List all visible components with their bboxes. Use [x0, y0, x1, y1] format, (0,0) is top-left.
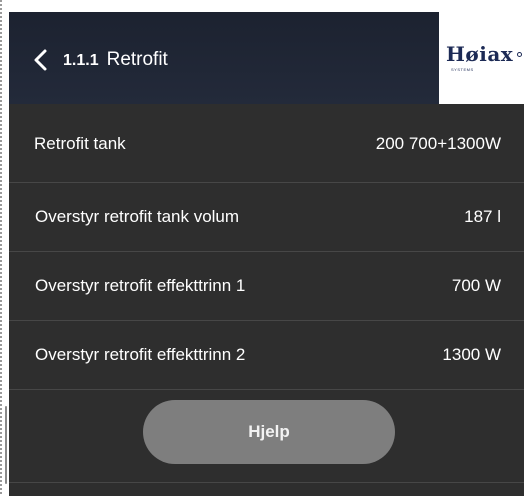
back-button[interactable]	[27, 44, 55, 76]
list-item-power-step-1[interactable]: Overstyr retrofit effekttrinn 1 700 W	[9, 252, 524, 321]
list-item-value: 200 700+1300W	[375, 134, 501, 153]
logo-wordmark: Høiax	[446, 42, 514, 66]
chevron-left-icon	[34, 49, 47, 71]
list-item-retrofit-tank[interactable]: Retrofit tank 200 700+1300W	[9, 114, 524, 183]
header-bar: 1.1.1 Retrofit Høiax SYSTEMS	[9, 12, 524, 104]
help-section: Hjelp	[9, 390, 524, 483]
screen: 1.1.1 Retrofit Høiax SYSTEMS Retrofit tan…	[0, 0, 524, 496]
help-button[interactable]: Hjelp	[143, 400, 395, 464]
list-item-label: Retrofit tank	[34, 134, 126, 153]
list-item-value: 187 l	[464, 207, 501, 226]
list-item-label: Overstyr retrofit effekttrinn 2	[35, 345, 246, 364]
scrollbar[interactable]	[5, 406, 7, 484]
brand-logo: Høiax SYSTEMS	[439, 12, 524, 104]
page-title-text: Retrofit	[106, 49, 168, 70]
window-edge	[0, 0, 2, 496]
list-item-label: Overstyr retrofit tank volum	[35, 207, 240, 226]
list-item-label: Overstyr retrofit effekttrinn 1	[35, 276, 246, 295]
page-number: 1.1.1	[63, 52, 99, 69]
list-item-value: 1300 W	[442, 345, 501, 364]
page-title: 1.1.1 Retrofit	[63, 46, 168, 74]
list-item-tank-volume[interactable]: Overstyr retrofit tank volum 187 l	[9, 183, 524, 252]
device-display: 1.1.1 Retrofit Høiax SYSTEMS Retrofit tan…	[9, 12, 524, 496]
settings-list: Retrofit tank 200 700+1300W Overstyr ret…	[9, 114, 524, 390]
list-item-power-step-2[interactable]: Overstyr retrofit effekttrinn 2 1300 W	[9, 321, 524, 390]
logo-subtext: SYSTEMS	[451, 67, 474, 72]
registered-mark-icon	[517, 52, 522, 57]
list-item-value: 700 W	[451, 276, 501, 295]
